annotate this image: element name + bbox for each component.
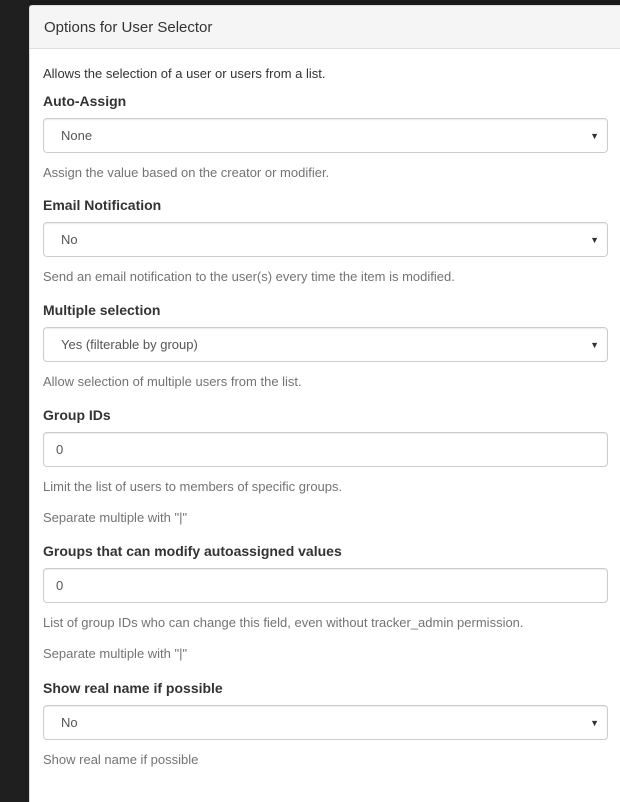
caret-down-icon: ▼ xyxy=(590,234,599,245)
caret-down-icon: ▼ xyxy=(590,130,599,141)
auto-assign-label: Auto-Assign xyxy=(43,93,127,109)
auto-assign-select[interactable]: None ▼ xyxy=(43,118,608,153)
panel-title: Options for User Selector xyxy=(44,18,213,36)
modify-groups-help: List of group IDs who can change this fi… xyxy=(43,615,524,630)
show-real-name-label: Show real name if possible xyxy=(43,680,223,696)
auto-assign-help: Assign the value based on the creator or… xyxy=(43,165,330,180)
group-ids-help: Limit the list of users to members of sp… xyxy=(43,479,343,494)
multiple-selection-value: Yes (filterable by group) xyxy=(61,337,198,352)
email-notification-help: Send an email notification to the user(s… xyxy=(43,269,455,284)
show-real-name-help: Show real name if possible xyxy=(43,752,199,767)
modify-groups-input[interactable]: 0 xyxy=(43,568,608,603)
multiple-selection-select[interactable]: Yes (filterable by group) ▼ xyxy=(43,327,608,362)
group-ids-value: 0 xyxy=(56,442,64,457)
caret-down-icon: ▼ xyxy=(590,339,599,350)
panel-intro: Allows the selection of a user or users … xyxy=(43,66,326,81)
group-ids-label: Group IDs xyxy=(43,407,111,423)
email-notification-value: No xyxy=(61,232,78,247)
group-ids-help-separator: Separate multiple with "|" xyxy=(43,510,188,525)
multiple-selection-label: Multiple selection xyxy=(43,302,161,318)
modify-groups-label: Groups that can modify autoassigned valu… xyxy=(43,543,342,559)
auto-assign-value: None xyxy=(61,128,93,143)
caret-down-icon: ▼ xyxy=(590,717,599,728)
left-edge xyxy=(0,0,29,802)
modify-groups-help-separator: Separate multiple with "|" xyxy=(43,646,188,661)
panel-heading: Options for User Selector xyxy=(30,6,620,49)
email-notification-label: Email Notification xyxy=(43,197,162,213)
email-notification-select[interactable]: No ▼ xyxy=(43,222,608,257)
group-ids-input[interactable]: 0 xyxy=(43,432,608,467)
multiple-selection-help: Allow selection of multiple users from t… xyxy=(43,374,302,389)
show-real-name-select[interactable]: No ▼ xyxy=(43,705,608,740)
modify-groups-value: 0 xyxy=(56,578,64,593)
show-real-name-value: No xyxy=(61,715,78,730)
options-panel: Options for User Selector Allows the sel… xyxy=(29,5,620,802)
